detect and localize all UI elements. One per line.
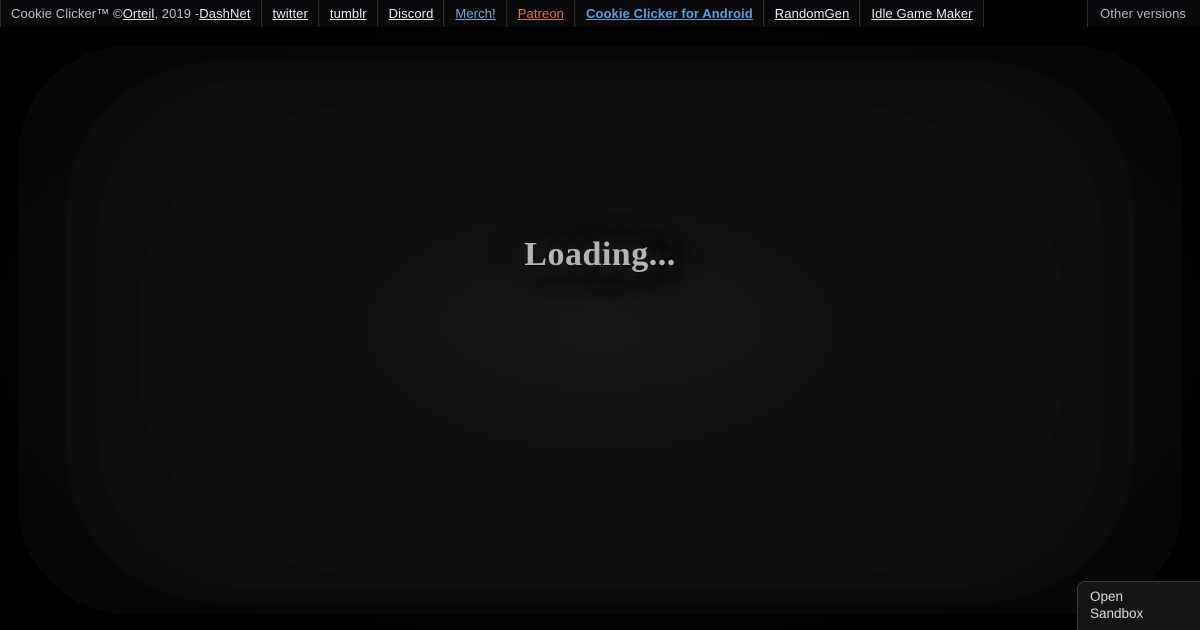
background-glow-layer-2 bbox=[66, 62, 1134, 602]
nav-cell-randomgen[interactable]: RandomGen bbox=[763, 0, 861, 27]
cookie-clicker-page: Cookie Clicker™ © Orteil, 2019 - DashNet… bbox=[0, 0, 1200, 630]
link-randomgen[interactable]: RandomGen bbox=[775, 7, 850, 20]
loading-text: Loading... bbox=[524, 236, 676, 273]
other-versions-menu[interactable]: Other versions bbox=[1087, 0, 1200, 27]
nav-cell-twitter[interactable]: twitter bbox=[261, 0, 319, 27]
link-merch[interactable]: Merch! bbox=[455, 7, 495, 20]
nav-cell-merch[interactable]: Merch! bbox=[444, 0, 507, 27]
game-viewport: Loading... Open Sandbox bbox=[0, 28, 1200, 630]
background-glow-layer-1 bbox=[18, 46, 1182, 614]
link-twitter[interactable]: twitter bbox=[273, 7, 308, 20]
top-navigation-bar: Cookie Clicker™ © Orteil, 2019 - DashNet… bbox=[0, 0, 1200, 28]
open-sandbox-line1: Open bbox=[1090, 589, 1124, 604]
nav-cell-android[interactable]: Cookie Clicker for Android bbox=[574, 0, 764, 27]
background-vignette bbox=[0, 28, 1200, 630]
open-sandbox-line2: Sandbox bbox=[1090, 606, 1144, 621]
link-cookie-clicker-for-android[interactable]: Cookie Clicker for Android bbox=[586, 7, 753, 20]
nav-cell-discord[interactable]: Discord bbox=[377, 0, 445, 27]
author-link-orteil[interactable]: Orteil bbox=[123, 7, 155, 20]
studio-link-dashnet[interactable]: DashNet bbox=[199, 7, 250, 20]
background-glow-layer-3 bbox=[98, 80, 1102, 588]
nav-cell-patreon[interactable]: Patreon bbox=[506, 0, 575, 27]
link-discord[interactable]: Discord bbox=[389, 7, 434, 20]
nav-cell-tumblr[interactable]: tumblr bbox=[318, 0, 378, 27]
open-sandbox-button[interactable]: Open Sandbox bbox=[1077, 581, 1200, 630]
nav-credit-cell: Cookie Clicker™ © Orteil, 2019 - DashNet bbox=[0, 0, 262, 27]
nav-spacer bbox=[983, 0, 1088, 27]
link-idle-game-maker[interactable]: Idle Game Maker bbox=[871, 7, 972, 20]
link-tumblr[interactable]: tumblr bbox=[330, 7, 367, 20]
credit-middle: , 2019 - bbox=[154, 6, 200, 21]
credit-prefix: Cookie Clicker™ © bbox=[11, 6, 123, 21]
other-versions-label: Other versions bbox=[1100, 6, 1186, 21]
link-patreon[interactable]: Patreon bbox=[518, 7, 564, 20]
nav-cell-idle-game-maker[interactable]: Idle Game Maker bbox=[860, 0, 984, 27]
background-center-ellipse bbox=[438, 254, 768, 390]
background-glow-layer-4 bbox=[140, 104, 1064, 576]
